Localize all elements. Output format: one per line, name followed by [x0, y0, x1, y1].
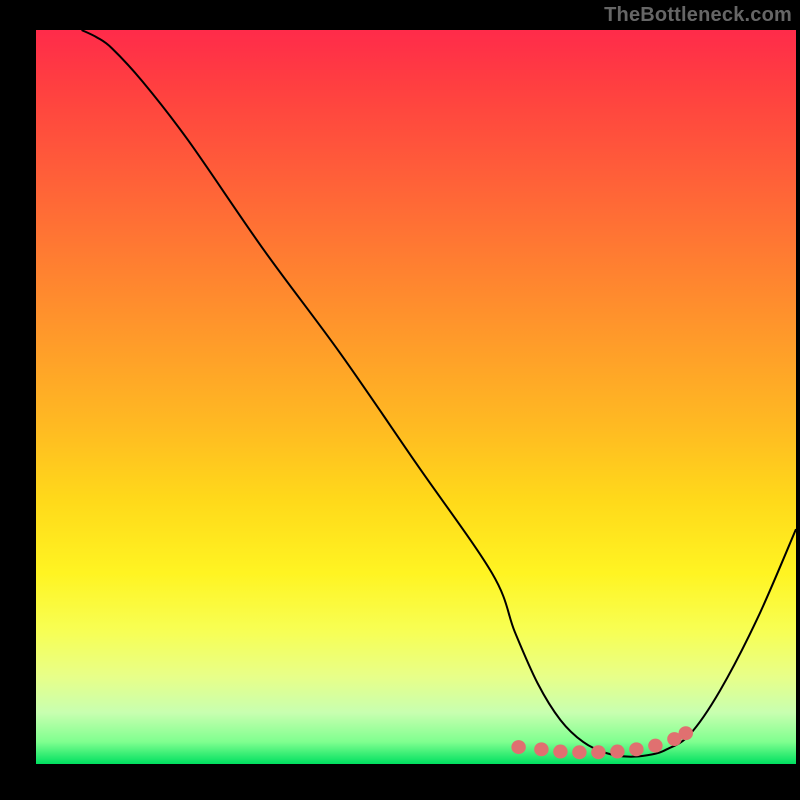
baseline-dot [534, 742, 548, 756]
baseline-dot [648, 739, 662, 753]
chart-frame: TheBottleneck.com [0, 0, 800, 800]
baseline-dot [679, 726, 693, 740]
baseline-dot [629, 742, 643, 756]
chart-svg [36, 30, 796, 764]
bottleneck-curve [82, 30, 796, 757]
baseline-dot [591, 745, 605, 759]
watermark-text: TheBottleneck.com [604, 4, 792, 27]
marker-layer [511, 726, 693, 759]
baseline-dot [610, 745, 624, 759]
baseline-dot [572, 745, 586, 759]
plot-area [36, 30, 796, 764]
baseline-dot [553, 745, 567, 759]
baseline-dot [511, 740, 525, 754]
